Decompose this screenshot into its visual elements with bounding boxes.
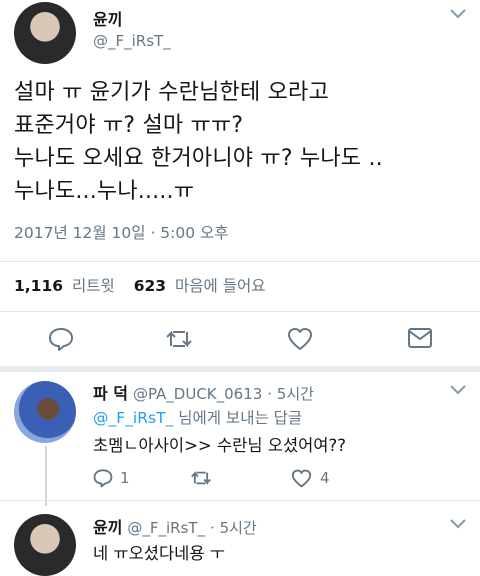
reply2-time[interactable]: · 5시간 — [210, 519, 257, 537]
message-icon[interactable] — [407, 327, 433, 353]
likes-count[interactable]: 623 — [134, 277, 166, 295]
tweet-line: 표준거야 ㅠ? 설마 ㅠㅠ? — [14, 113, 244, 138]
tweet-line: 누나도...누나.....ㅠ — [14, 179, 195, 204]
main-author-name[interactable]: 윤끼 — [93, 6, 122, 30]
chevron-down-icon[interactable] — [449, 382, 467, 401]
reply1-avatar[interactable] — [14, 381, 76, 443]
likes-label[interactable]: 마음에 들어요 — [175, 277, 266, 295]
reply2-author-handle[interactable]: @_F_iRsT_ — [127, 519, 205, 537]
engagement-stats: 1,116 리트윗 623 마음에 들어요 — [14, 274, 265, 296]
chevron-down-icon[interactable] — [449, 516, 467, 535]
reply2-text: 네 ㅠ오셨다네용 ㅜ — [93, 544, 225, 563]
heart-icon[interactable] — [291, 469, 312, 492]
reply2-author-name[interactable]: 윤끼 — [93, 518, 122, 537]
reply2-avatar[interactable] — [14, 514, 76, 576]
heart-icon[interactable] — [287, 327, 313, 355]
reply-icon[interactable] — [93, 468, 113, 492]
reply1-like-count: 4 — [320, 469, 330, 487]
chevron-down-icon[interactable] — [449, 6, 467, 25]
reply1-reply-count: 1 — [120, 469, 130, 487]
retweets-count[interactable]: 1,116 — [14, 277, 63, 295]
main-avatar[interactable] — [14, 2, 76, 64]
retweet-icon[interactable] — [165, 326, 193, 356]
main-tweet-text: 설마 ㅠ 윤기가 수란님한테 오라고 표준거야 ㅠ? 설마 ㅠㅠ? 누나도 오세… — [14, 76, 474, 208]
tweet-line: 누나도 오세요 한거아니야 ㅠ? 누나도 .. — [14, 146, 383, 171]
reply1-text: 초멤ㄴ아사이>> 수란님 오셨어여?? — [93, 436, 346, 455]
main-timestamp[interactable]: 2017년 12월 10일 · 5:00 오후 — [14, 221, 229, 243]
tweet-line: 설마 ㅠ 윤기가 수란님한테 오라고 — [14, 80, 329, 105]
thread-line — [45, 446, 47, 506]
reply1-time[interactable]: · 5시간 — [267, 385, 314, 403]
reply-icon[interactable] — [48, 326, 74, 356]
reply1-author-handle[interactable]: @PA_DUCK_0613 — [133, 385, 262, 403]
reply1-header: 파 덕 @PA_DUCK_0613 · 5시간 — [93, 380, 314, 404]
reply1-reply-to: @_F_iRsT_ 님에게 보내는 답글 — [93, 406, 302, 428]
reply1-reply-to-suffix: 님에게 보내는 답글 — [173, 409, 303, 427]
retweet-icon[interactable] — [190, 468, 212, 492]
reply2-header: 윤끼 @_F_iRsT_ · 5시간 — [93, 514, 257, 538]
retweets-label[interactable]: 리트윗 — [72, 277, 115, 295]
reply1-author-name[interactable]: 파 덕 — [93, 384, 128, 403]
main-author-handle[interactable]: @_F_iRsT_ — [93, 32, 171, 50]
reply1-reply-to-handle[interactable]: @_F_iRsT_ — [93, 409, 173, 427]
